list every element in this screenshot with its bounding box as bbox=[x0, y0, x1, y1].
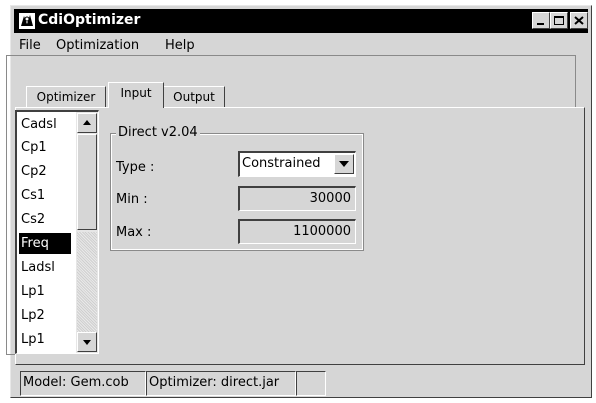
list-item-selected[interactable]: Freq bbox=[19, 233, 71, 254]
tab-input[interactable]: Input bbox=[108, 82, 164, 108]
menu-file[interactable]: File bbox=[19, 38, 41, 53]
max-field[interactable]: 1100000 bbox=[238, 219, 356, 244]
max-label: Max : bbox=[116, 225, 152, 240]
app-icon bbox=[19, 13, 35, 29]
list-item[interactable]: Cp1 bbox=[19, 137, 71, 158]
window-title: CdiOptimizer bbox=[38, 12, 141, 28]
list-item[interactable]: Cs1 bbox=[19, 185, 71, 206]
list-item[interactable]: Cadsl bbox=[19, 114, 71, 135]
type-value: Constrained bbox=[242, 156, 321, 171]
minimize-button[interactable] bbox=[532, 12, 550, 29]
title-bar[interactable]: CdiOptimizer bbox=[14, 9, 588, 33]
status-extra bbox=[296, 371, 326, 396]
scroll-up-button[interactable] bbox=[77, 113, 97, 133]
list-item[interactable]: Lp2 bbox=[19, 305, 71, 326]
list-item[interactable]: Lp1 bbox=[19, 281, 71, 302]
scroll-thumb[interactable] bbox=[77, 134, 97, 230]
list-scrollbar[interactable] bbox=[76, 112, 98, 353]
list-item[interactable]: Ladsl bbox=[19, 257, 71, 278]
status-optimizer: Optimizer: direct.jar bbox=[146, 371, 296, 396]
min-field[interactable]: 30000 bbox=[238, 186, 356, 211]
maximize-button[interactable] bbox=[550, 12, 568, 29]
group-title: Direct v2.04 bbox=[116, 125, 200, 140]
minimize-icon bbox=[537, 23, 544, 25]
type-label: Type : bbox=[116, 160, 155, 175]
menu-help[interactable]: Help bbox=[165, 38, 195, 53]
variable-list[interactable]: Cadsl Cp1 Cp2 Cs1 Cs2 Freq Ladsl Lp1 Lp2… bbox=[15, 110, 99, 354]
status-model: Model: Gem.cob bbox=[20, 371, 146, 396]
list-item[interactable]: Cp2 bbox=[19, 161, 71, 182]
arrow-up-icon bbox=[83, 120, 91, 125]
type-dropdown-button[interactable] bbox=[334, 154, 354, 174]
tab-output[interactable]: Output bbox=[163, 86, 225, 108]
scroll-down-button[interactable] bbox=[77, 332, 97, 352]
scroll-track[interactable] bbox=[77, 232, 97, 332]
maximize-icon bbox=[554, 16, 564, 25]
tab-optimizer[interactable]: Optimizer bbox=[26, 86, 106, 108]
chevron-down-icon bbox=[339, 161, 349, 167]
close-icon bbox=[574, 16, 584, 25]
type-select[interactable]: Constrained bbox=[238, 151, 356, 177]
min-label: Min : bbox=[116, 192, 148, 207]
list-item[interactable]: Cs2 bbox=[19, 209, 71, 230]
close-button[interactable] bbox=[570, 12, 588, 29]
menu-optimization[interactable]: Optimization bbox=[56, 38, 139, 53]
list-item[interactable]: Lp1 bbox=[19, 329, 71, 350]
arrow-down-icon bbox=[83, 340, 91, 345]
